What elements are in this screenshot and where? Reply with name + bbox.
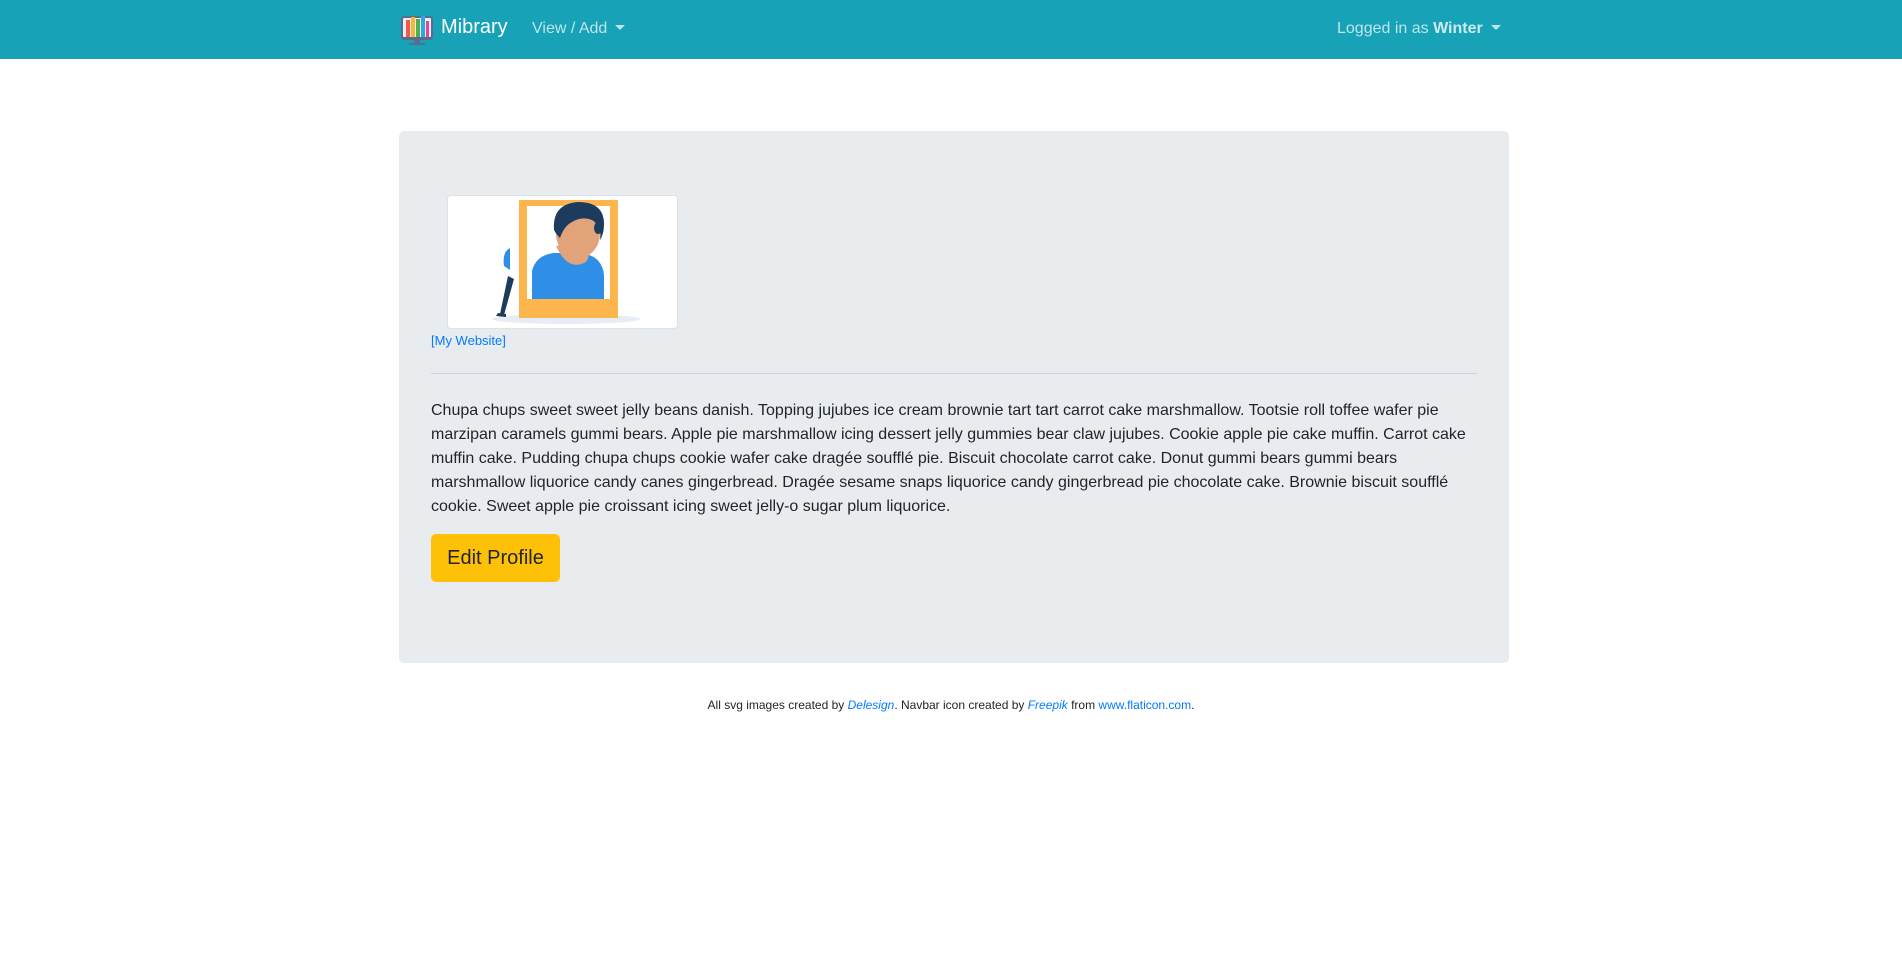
brand-name: Mibrary — [441, 16, 508, 38]
caret-down-icon — [615, 25, 626, 30]
brand-link[interactable]: Mibrary — [399, 11, 508, 47]
username: Winter — [1433, 20, 1483, 37]
my-website-link[interactable]: [My Website] — [431, 333, 506, 349]
profile-bio: Chupa chups sweet sweet jelly beans dani… — [431, 402, 1466, 515]
view-add-label: View / Add — [532, 20, 608, 37]
footer-credits: All svg images created by Delesign. Navb… — [0, 697, 1902, 713]
logged-in-prefix: Logged in as — [1337, 20, 1434, 37]
top-navbar: Mibrary View / Add Logged in as Winter — [0, 0, 1902, 59]
caret-down-icon — [1490, 25, 1501, 30]
view-add-dropdown[interactable]: View / Add — [532, 19, 626, 39]
person-in-frame-illustration — [492, 200, 640, 324]
delesign-link[interactable]: Delesign — [848, 698, 895, 712]
profile-avatar — [447, 195, 678, 329]
user-dropdown[interactable]: Logged in as Winter — [1337, 19, 1501, 39]
freepik-link[interactable]: Freepik — [1028, 698, 1068, 712]
books-monitor-icon — [401, 16, 433, 45]
flaticon-link[interactable]: www.flaticon.com — [1098, 698, 1191, 712]
footer-text-2: . Navbar icon created by — [894, 698, 1028, 712]
profile-card: [My Website] Chupa chups sweet sweet jel… — [399, 131, 1509, 663]
edit-profile-button[interactable]: Edit Profile — [431, 534, 560, 582]
footer-text-3: from — [1067, 698, 1099, 712]
footer-text-1: All svg images created by — [707, 698, 848, 712]
section-divider — [431, 373, 1477, 374]
footer-text-4: . — [1191, 698, 1195, 712]
